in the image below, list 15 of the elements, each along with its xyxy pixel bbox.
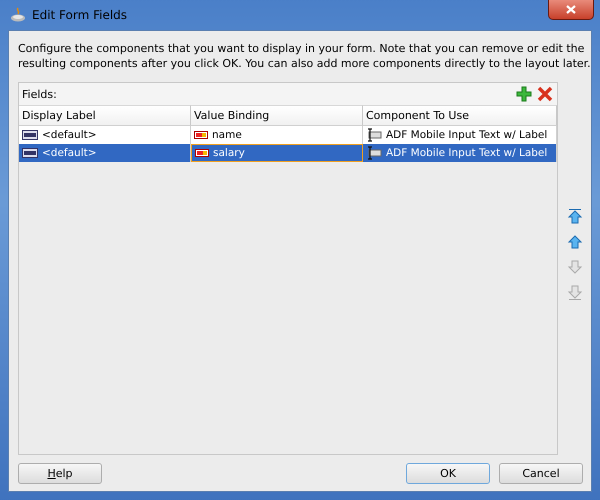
help-button[interactable]: Help: [18, 463, 102, 484]
window-title: Edit Form Fields: [32, 8, 128, 22]
table-cell: salary: [191, 144, 363, 162]
cancel-button[interactable]: Cancel: [499, 463, 583, 484]
ok-button[interactable]: OK: [406, 463, 490, 484]
table-cell: ADF Mobile Input Text w/ Label: [363, 126, 557, 144]
column-header[interactable]: Display Label: [19, 105, 191, 126]
column-header[interactable]: Component To Use: [363, 105, 557, 126]
table-cell: <default>: [19, 126, 191, 144]
column-header[interactable]: Value Binding: [191, 105, 363, 126]
table-cell: ADF Mobile Input Text w/ Label: [363, 144, 557, 162]
fields-label: Fields:: [22, 88, 57, 100]
table-cell: name: [191, 126, 363, 144]
instruction-text: Configure the components that you want to display in your form. Note that you can remove or edit the resulting components after you click OK. You can also add more components directly to the layout later.: [18, 41, 592, 71]
table-cell: <default>: [19, 144, 191, 162]
